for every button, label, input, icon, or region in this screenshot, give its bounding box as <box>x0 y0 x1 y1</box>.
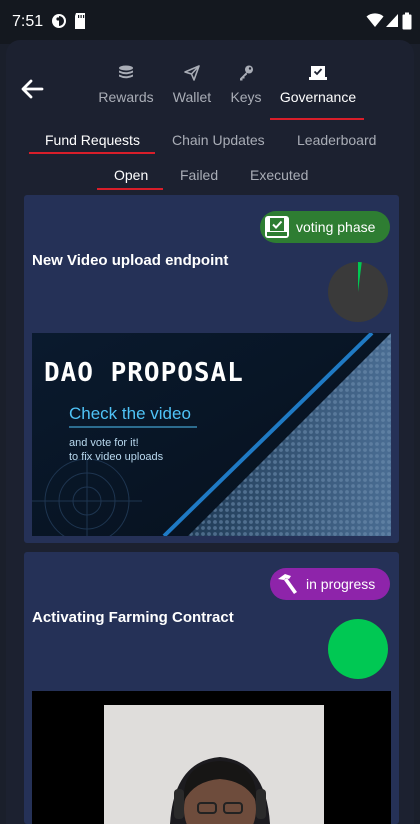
sd-card-icon <box>73 12 87 35</box>
vote-progress-pie <box>328 262 388 322</box>
hammer-icon <box>278 574 297 594</box>
pie-slice <box>327 619 388 679</box>
video-preview <box>32 691 391 824</box>
tab-label: Wallet <box>172 89 212 105</box>
battery-icon <box>402 12 412 35</box>
vote-progress-pie <box>327 619 388 679</box>
tab-rewards[interactable]: Rewards <box>94 60 158 120</box>
active-subtab-indicator <box>29 152 155 154</box>
cell-signal-icon <box>385 12 399 33</box>
subtab-leaderboard[interactable]: Leaderboard <box>297 132 376 148</box>
tab-keys[interactable]: Keys <box>226 60 266 120</box>
active-filter-indicator <box>97 188 163 190</box>
send-icon <box>184 65 200 81</box>
status-badge: voting phase <box>260 211 390 243</box>
tab-label: Governance <box>279 89 357 105</box>
status-bar: 7:51 <box>0 0 420 44</box>
subtab-chain-updates[interactable]: Chain Updates <box>172 132 265 148</box>
wifi-icon <box>366 12 384 33</box>
filter-failed[interactable]: Failed <box>180 167 218 183</box>
proposal-card[interactable]: voting phase New Video upload endpoint D… <box>24 195 399 543</box>
tab-governance[interactable]: Governance <box>276 60 360 120</box>
status-badge: in progress <box>270 568 390 600</box>
subtab-fund-requests[interactable]: Fund Requests <box>45 132 140 148</box>
filter-open[interactable]: Open <box>114 167 148 183</box>
ballot-check-icon <box>265 216 289 238</box>
tab-label: Rewards <box>98 89 154 105</box>
filter-executed[interactable]: Executed <box>250 167 308 183</box>
tab-wallet[interactable]: Wallet <box>168 60 216 120</box>
key-icon <box>240 65 253 81</box>
banner-subheading: Check the video <box>69 404 191 423</box>
status-badge-label: in progress <box>306 576 376 592</box>
app-notification-icon <box>50 12 68 35</box>
ballot-box-icon <box>309 66 327 80</box>
proposal-card[interactable]: in progress Activating Farming Contract <box>24 552 399 824</box>
coins-icon <box>119 65 133 79</box>
arrow-left-icon <box>21 79 44 99</box>
back-button[interactable] <box>18 76 48 102</box>
banner-heading: DAO PROPOSAL <box>44 358 244 388</box>
proposal-video-thumbnail[interactable] <box>32 691 391 824</box>
tab-label: Keys <box>230 89 262 105</box>
banner-line-2: to fix video uploads <box>69 451 164 463</box>
proposal-title: New Video upload endpoint <box>32 252 229 269</box>
proposal-title: Activating Farming Contract <box>32 609 234 626</box>
active-tab-indicator <box>270 118 364 120</box>
status-time: 7:51 <box>12 13 44 30</box>
status-badge-label: voting phase <box>296 219 376 235</box>
proposal-banner-image[interactable]: DAO PROPOSAL Check the video and vote fo… <box>32 333 391 536</box>
banner-line-1: and vote for it! <box>69 437 139 449</box>
